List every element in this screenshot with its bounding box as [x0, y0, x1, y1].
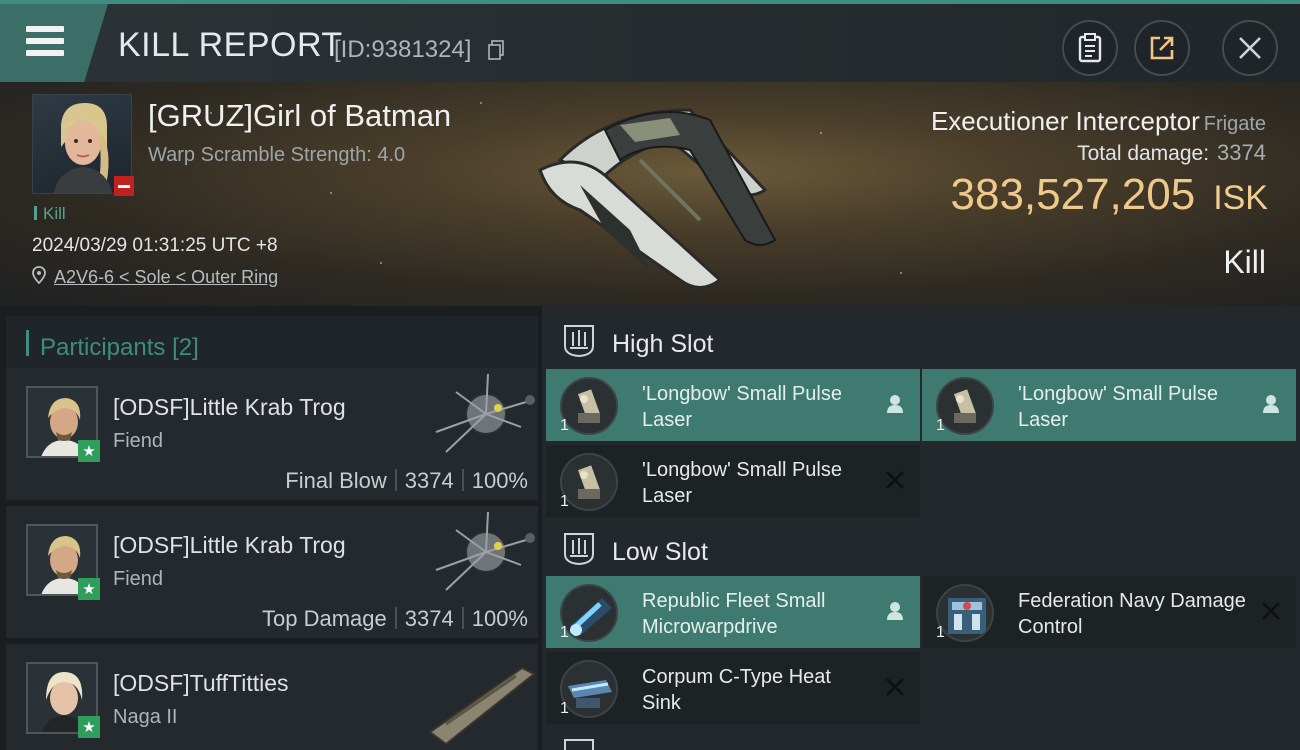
- friendly-star-icon: ★: [78, 716, 100, 738]
- close-icon: [1239, 37, 1261, 59]
- low-slot-title: Low Slot: [612, 538, 708, 566]
- module-quantity: 1: [560, 417, 569, 434]
- participant-name: [ODSF]TuffTitties: [113, 670, 289, 696]
- module-quantity: 1: [560, 493, 569, 510]
- ship-class: Frigate: [1203, 113, 1266, 135]
- location-pin-icon: [32, 266, 46, 284]
- module-slot[interactable]: 1 Republic Fleet Small Microwarpdrive: [546, 576, 920, 648]
- friendly-star-icon: ★: [78, 440, 100, 462]
- fitting-panel: High Slot 1 'Longbow' Small Pulse Laser …: [542, 306, 1300, 750]
- module-quantity: 1: [936, 417, 945, 434]
- total-damage-value: 3374: [1217, 140, 1266, 165]
- participant-name: [ODSF]Little Krab Trog: [113, 532, 346, 558]
- isk-value: 383,527,205 ISK: [951, 170, 1269, 220]
- top-bar: KILL REPORT [ID:9381324]: [0, 0, 1300, 82]
- victim-ship-image[interactable]: [520, 90, 790, 300]
- hamburger-icon: [26, 26, 64, 56]
- participant-row[interactable]: ★ [ODSF]Little Krab Trog Fiend Final Blo…: [6, 368, 538, 500]
- report-id: [ID:9381324]: [334, 36, 472, 63]
- mid-slot-icon: [564, 739, 594, 750]
- participants-title: Participants [2]: [40, 334, 199, 362]
- participant-row[interactable]: ★ [ODSF]TuffTitties Naga II: [6, 644, 538, 750]
- participants-header: Participants [2]: [6, 316, 538, 370]
- clipboard-button[interactable]: [1062, 20, 1118, 76]
- participant-stats: Top Damage 3374 100%: [262, 606, 528, 632]
- participant-ship-image: [435, 511, 535, 591]
- participant-ship: Fiend: [113, 568, 164, 590]
- participant-percent: 100%: [471, 606, 528, 631]
- low-slot-icon: [564, 533, 594, 566]
- friendly-star-icon: ★: [78, 578, 100, 600]
- copy-icon[interactable]: [488, 40, 504, 60]
- participant-row[interactable]: ★ [ODSF]Little Krab Trog Fiend Top Damag…: [6, 506, 538, 638]
- destroyed-x-icon: [886, 678, 904, 696]
- participant-damage: 3374: [404, 606, 454, 631]
- victim-ship-name: Executioner Interceptor Frigate: [931, 106, 1266, 137]
- hostile-status-icon: [114, 176, 134, 196]
- dropped-person-icon: [1263, 395, 1279, 413]
- victim-name[interactable]: [GRUZ]Girl of Batman: [148, 98, 451, 134]
- destroyed-x-icon: [1262, 602, 1280, 620]
- participant-name: [ODSF]Little Krab Trog: [113, 394, 346, 420]
- participant-damage: 3374: [404, 468, 454, 493]
- module-name: Federation Navy Damage Control: [1018, 590, 1246, 638]
- module-name: 'Longbow' Small Pulse Laser: [1018, 383, 1218, 431]
- total-damage: Total damage: 3374: [1077, 140, 1266, 166]
- low-slot-header: Low Slot: [542, 518, 1300, 578]
- menu-button[interactable]: [0, 4, 108, 82]
- total-damage-label: Total damage:: [1077, 142, 1210, 165]
- kill-timestamp: 2024/03/29 01:31:25 UTC +8: [32, 235, 278, 256]
- module-slot[interactable]: 1 'Longbow' Small Pulse Laser: [546, 369, 920, 441]
- dropped-person-icon: [887, 395, 903, 413]
- participant-role: Top Damage: [262, 606, 387, 631]
- high-slot-icon: [564, 325, 594, 358]
- share-icon: [1150, 36, 1174, 60]
- participant-role: Final Blow: [285, 468, 387, 493]
- warp-scramble-strength: Warp Scramble Strength: 4.0: [148, 144, 406, 166]
- module-slot[interactable]: 1 Federation Navy Damage Control: [922, 576, 1296, 648]
- participants-panel: Participants [2] ★ [ODSF]Little Krab Tro…: [0, 306, 542, 750]
- participant-ship-image: [428, 666, 536, 744]
- module-name: 'Longbow' Small Pulse Laser: [642, 383, 842, 431]
- module-quantity: 1: [560, 700, 569, 717]
- module-quantity: 1: [936, 624, 945, 641]
- close-button[interactable]: [1222, 20, 1278, 76]
- module-slot[interactable]: 1 'Longbow' Small Pulse Laser: [546, 445, 920, 517]
- participant-ship: Naga II: [113, 706, 178, 728]
- module-name: Republic Fleet Small Microwarpdrive: [642, 590, 826, 638]
- participants-count: [2]: [172, 334, 199, 361]
- destroyed-x-icon: [886, 471, 904, 489]
- participant-ship: Fiend: [113, 430, 164, 452]
- dropped-person-icon: [887, 602, 903, 620]
- page-title: KILL REPORT: [118, 26, 343, 64]
- isk-amount: 383,527,205: [950, 170, 1196, 219]
- module-quantity: 1: [560, 624, 569, 641]
- participants-label: Participants: [40, 334, 166, 361]
- module-name: Corpum C-Type Heat Sink: [642, 666, 831, 714]
- mid-slot-header: [542, 732, 1300, 750]
- module-slot[interactable]: 1 Corpum C-Type Heat Sink: [546, 652, 920, 724]
- result-label: Kill: [1223, 244, 1266, 280]
- kill-banner: Kill [GRUZ]Girl of Batman Warp Scramble …: [0, 82, 1300, 306]
- share-button[interactable]: [1134, 20, 1190, 76]
- module-slot[interactable]: 1 'Longbow' Small Pulse Laser: [922, 369, 1296, 441]
- ship-type-name: Executioner Interceptor: [930, 106, 1200, 136]
- participant-stats: Final Blow 3374 100%: [285, 468, 528, 494]
- module-name: 'Longbow' Small Pulse Laser: [642, 459, 842, 507]
- participant-ship-image: [435, 373, 535, 453]
- clipboard-icon: [1078, 33, 1102, 63]
- kill-tag: Kill: [34, 204, 66, 224]
- high-slot-title: High Slot: [612, 330, 714, 358]
- location-link[interactable]: A2V6-6 < Sole < Outer Ring: [54, 267, 278, 288]
- high-slot-header: High Slot: [542, 310, 1300, 370]
- participant-percent: 100%: [471, 468, 528, 493]
- isk-unit: ISK: [1213, 179, 1268, 217]
